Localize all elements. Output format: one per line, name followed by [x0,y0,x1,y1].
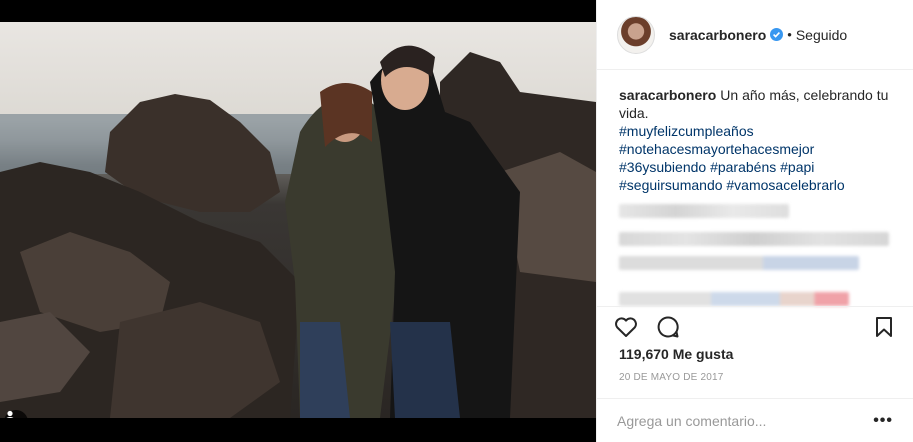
comments-section: saracarbonero Un año más, celebrando tu v… [619,86,899,306]
follow-status-button[interactable]: Seguido [796,27,847,43]
post-caption: saracarbonero Un año más, celebrando tu v… [619,86,899,122]
post-date[interactable]: 20 DE MAYO DE 2017 [619,372,724,383]
post-header: saracarbonero • Seguido [597,0,913,70]
comment-button[interactable] [655,314,681,340]
verified-badge-icon [770,28,784,41]
post-actions [597,306,913,346]
add-comment-area: ••• [597,398,913,442]
hashtag-line[interactable]: #notehacesmayortehacesmejor [619,140,899,158]
hashtag-line[interactable]: #seguirsumando #vamosacelebrarlo [619,176,899,194]
blurred-comment [619,256,859,270]
post-sidebar: saracarbonero • Seguido saracarbonero Un … [596,0,913,442]
hashtag-line[interactable]: #36ysubiendo #parabéns #papi [619,158,899,176]
comment-icon [657,315,679,337]
more-options-icon[interactable]: ••• [873,412,893,430]
blurred-comment [619,232,889,246]
likes-count[interactable]: 119,670 Me gusta [619,346,733,362]
hashtag-line[interactable]: #muyfelizcumpleaños [619,122,899,140]
blurred-comment [619,292,849,306]
like-button[interactable] [613,314,639,340]
photo-illustration [0,45,596,418]
comment-input[interactable] [617,412,874,429]
user-tag-icon [6,410,14,418]
heart-icon [615,316,637,337]
bookmark-icon [876,316,892,337]
post-photo[interactable] [0,22,596,418]
separator-dot: • [787,27,792,42]
caption-username[interactable]: saracarbonero [619,87,716,103]
avatar[interactable] [617,15,655,54]
username-link[interactable]: saracarbonero [669,27,766,43]
save-button[interactable] [871,314,897,340]
media-area [0,0,596,442]
blurred-comment [619,204,789,218]
